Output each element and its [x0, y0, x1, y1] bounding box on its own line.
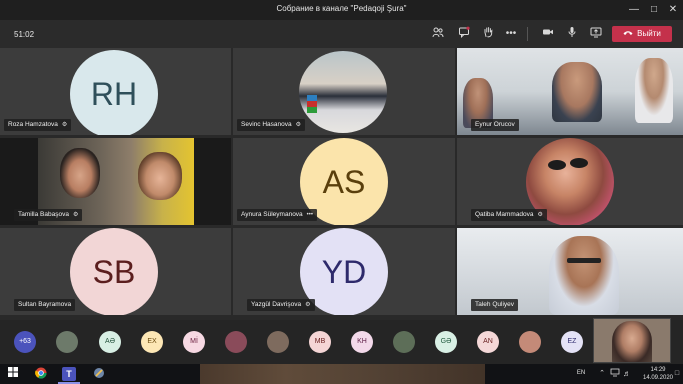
participant-chip[interactable]: Mİ [183, 331, 205, 353]
video-tile-tamilla[interactable]: Tamilla Babaşova ⚙ [0, 138, 231, 225]
leave-button-label: Выйти [637, 29, 661, 38]
video-tile-yazgul[interactable]: YD Yazgül Davrişova ⚙ [233, 228, 455, 315]
teams-icon[interactable]: T [62, 367, 76, 381]
minimize-icon[interactable]: — [627, 3, 641, 17]
title-bar: Собрание в канале "Pedaqoji Şura" — □ ✕ [0, 0, 683, 20]
video-tile-sultan[interactable]: SB Sultan Bayramova [0, 228, 231, 315]
participant-chip-photo[interactable] [225, 331, 247, 353]
participant-chip-photo[interactable] [56, 331, 78, 353]
participant-chip[interactable]: EX [141, 331, 163, 353]
participant-photo [635, 58, 673, 123]
participant-name-tag: Sultan Bayramova [14, 299, 76, 311]
participant-chip-photo[interactable] [267, 331, 289, 353]
participant-name-tag: Sevinc Hasanova ⚙ [237, 119, 305, 131]
close-icon[interactable]: ✕ [666, 3, 680, 17]
leave-button[interactable]: Выйти [612, 26, 672, 42]
avatar: SB [70, 228, 158, 315]
windows-start-icon[interactable] [6, 367, 20, 381]
participant-name-tag: Qatiba Mammadova ⚙ [471, 209, 547, 221]
teams-meeting-window: Собрание в канале "Pedaqoji Şura" — □ ✕ … [0, 0, 683, 384]
mic-muted-icon: ⚙ [61, 122, 68, 128]
participant-chip-photo[interactable] [519, 331, 541, 353]
phone-hangup-icon [623, 26, 633, 42]
mic-muted-icon: ⚙ [305, 302, 311, 308]
participant-chip[interactable]: MB [309, 331, 331, 353]
share-screen-icon[interactable] [588, 26, 604, 42]
raise-hand-icon[interactable] [480, 26, 496, 42]
avatar: RH [70, 50, 158, 135]
participant-photo [549, 236, 619, 315]
participant-name-tag: Roza Hamzatova ⚙ [4, 119, 72, 131]
chat-icon[interactable] [456, 26, 472, 42]
more-options-icon[interactable]: ••• [503, 26, 519, 42]
clock[interactable]: 14:29 14.09.2020 [640, 366, 676, 382]
mic-muted-icon: ⚙ [537, 212, 543, 218]
clock-time: 14:29 [650, 367, 666, 373]
participant-chip[interactable]: EZ [561, 331, 583, 353]
windows-taskbar: T EN ⌃ ♬ 14:29 14.09.2020 □ [0, 364, 683, 384]
participant-chip[interactable]: GƏ [435, 331, 457, 353]
window-title: Собрание в канале "Pedaqoji Şura" [276, 4, 407, 13]
participant-chip[interactable]: KH [351, 331, 373, 353]
app-icon[interactable] [92, 367, 106, 381]
taskbar-decor [200, 364, 485, 384]
participant-chip[interactable]: AƏ [99, 331, 121, 353]
meeting-timer: 51:02 [14, 30, 35, 39]
chrome-icon[interactable] [34, 367, 48, 381]
participants-icon[interactable] [430, 26, 446, 42]
toolbar-divider [527, 27, 528, 41]
meeting-toolbar: 51:02 ••• Выйти [0, 20, 683, 48]
participant-name-tag: Eynur Orucov [471, 119, 519, 131]
participant-chip-photo[interactable] [393, 331, 415, 353]
participant-chip[interactable]: AN [477, 331, 499, 353]
video-tile-sevinc[interactable]: Sevinc Hasanova ⚙ [233, 48, 455, 135]
video-tile-aynura[interactable]: AS Aynura Süleymanova ••• [233, 138, 455, 225]
clock-date: 14.09.2020 [642, 375, 674, 381]
overflow-participants-button[interactable]: +63 [14, 331, 36, 353]
microphone-icon[interactable] [564, 26, 580, 42]
self-view-video[interactable] [593, 318, 671, 363]
tray-chevron-icon[interactable]: ⌃ [595, 367, 609, 381]
video-tile-taleh[interactable]: Taleh Quliyev [457, 228, 683, 315]
video-tile-eynur[interactable]: Eynur Orucov [457, 48, 683, 135]
participant-photo [299, 51, 387, 133]
camera-icon[interactable] [540, 26, 556, 42]
participant-name-tag: Tamilla Babaşova ⚙ [14, 209, 83, 221]
volume-icon[interactable]: ♬ [620, 367, 634, 381]
participant-photo [552, 62, 602, 122]
video-tile-roza[interactable]: RH Roza Hamzatova ⚙ [0, 48, 231, 135]
participant-name-tag: Aynura Süleymanova ••• [237, 209, 317, 221]
mic-muted-icon: ⚙ [72, 212, 79, 218]
more-icon: ••• [306, 212, 313, 218]
language-indicator[interactable]: EN [574, 370, 588, 376]
participant-name-tag: Yazgül Davrişova ⚙ [247, 299, 315, 311]
participant-name-tag: Taleh Quliyev [471, 299, 519, 311]
notifications-icon[interactable]: □ [673, 367, 681, 381]
video-tile-qatiba[interactable]: Qatiba Mammadova ⚙ [457, 138, 683, 225]
maximize-icon[interactable]: □ [647, 3, 661, 17]
mic-muted-icon: ⚙ [295, 122, 301, 128]
